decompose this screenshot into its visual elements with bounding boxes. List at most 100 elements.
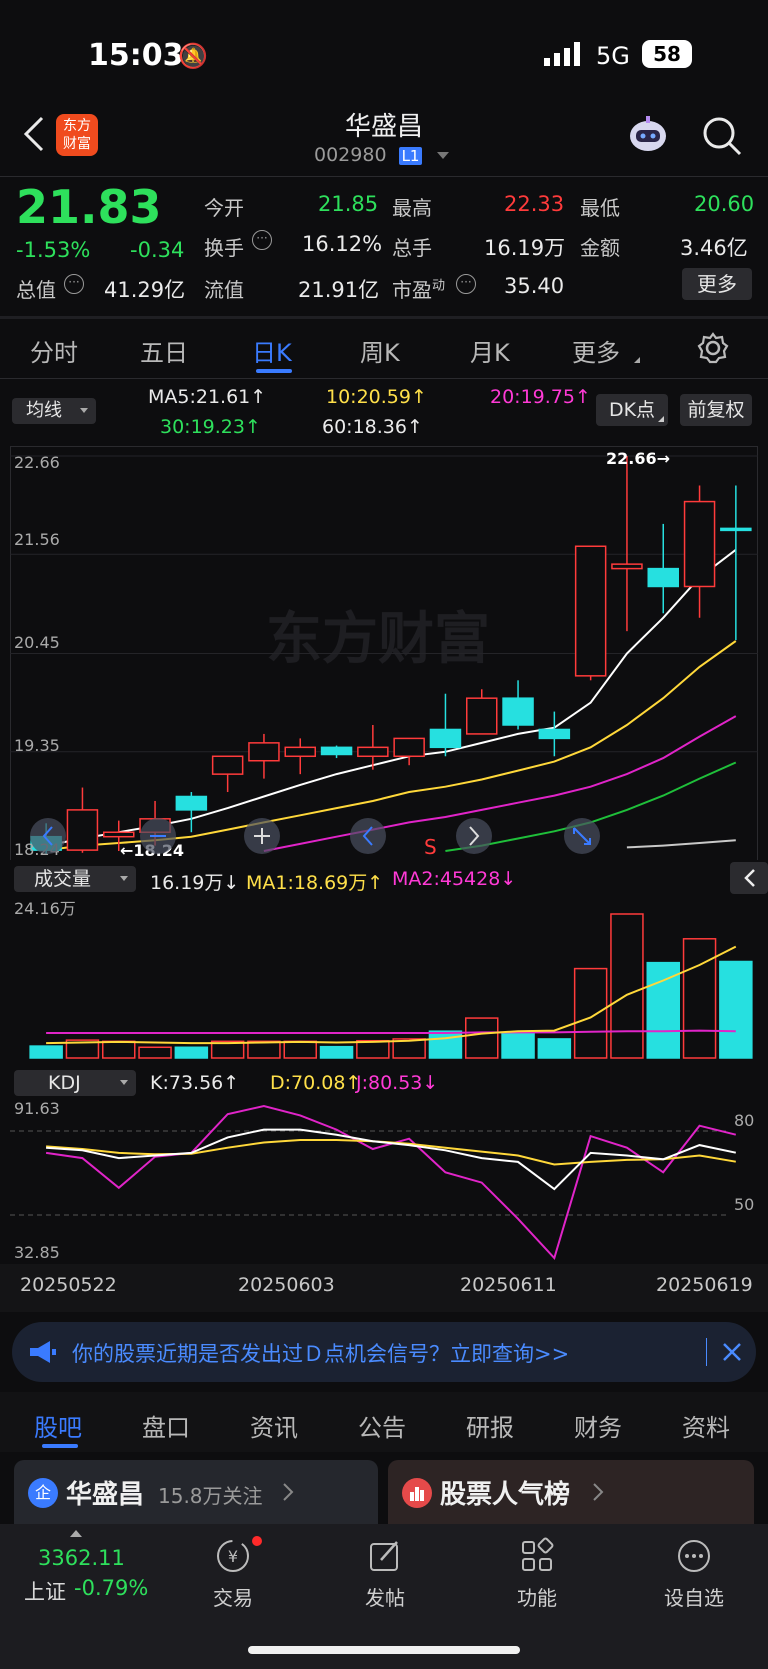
mktcap-value: 41.29亿 <box>104 278 186 302</box>
status-time: 15:03 <box>88 38 184 73</box>
sell-marker: S <box>424 835 437 859</box>
bottom-nav: 3362.11 上证 -0.79% ¥ 交易 发帖 功能 设自选 <box>0 1524 768 1669</box>
promo-banner[interactable]: 你的股票近期是否发出过Ｄ点机会信号？立即查询>> <box>12 1322 756 1382</box>
volume-current: 16.19万↓ <box>150 872 240 894</box>
volume-bar <box>465 1017 499 1059</box>
tab-pankou[interactable]: 盘口 <box>142 1408 190 1443</box>
trade-icon: ¥ <box>217 1540 249 1572</box>
kdj-selector[interactable]: KDJ <box>14 1070 136 1096</box>
volume-bar <box>356 1039 390 1059</box>
zoom-in-button[interactable] <box>244 818 280 854</box>
candle-body <box>720 527 752 532</box>
promo-text[interactable]: 你的股票近期是否发出过Ｄ点机会信号？立即查询>> <box>72 1338 569 1368</box>
more-circle-icon <box>678 1540 710 1572</box>
ranking-title: 股票人气榜 <box>440 1480 571 1510</box>
info-icon[interactable]: ··· <box>456 274 476 294</box>
turnover-value: 16.12% <box>302 232 383 256</box>
nav-post[interactable]: 发帖 <box>352 1536 418 1616</box>
change-value: -0.34 <box>130 238 185 262</box>
ma60-value: 60:18.36↑ <box>322 416 423 438</box>
nav-functions-label: 功能 <box>517 1586 557 1610</box>
close-icon[interactable] <box>720 1340 744 1364</box>
svg-text:¥: ¥ <box>228 1547 238 1566</box>
period-tabs: 分时 五日 日K 周K 月K 更多 <box>0 319 768 377</box>
tab-weekly-k[interactable]: 周K <box>360 333 400 368</box>
kdj-selector-label: KDJ <box>48 1072 81 1094</box>
tab-announcements[interactable]: 公告 <box>358 1408 406 1443</box>
tab-more[interactable]: 更多 <box>572 333 620 368</box>
zoom-out-button[interactable] <box>140 818 176 854</box>
stock-code-row[interactable]: 002980 L1 <box>314 144 449 170</box>
tab-profile[interactable]: 资料 <box>682 1408 730 1443</box>
volume-bar <box>501 1031 535 1059</box>
ma-selector[interactable]: 均线 <box>12 398 96 424</box>
pe-label-text: 市盈 <box>392 278 432 302</box>
tab-monthly-k[interactable]: 月K <box>470 333 510 368</box>
candle-body <box>211 755 244 775</box>
volume-bar <box>682 938 717 1059</box>
prev-button[interactable] <box>350 818 386 854</box>
dropdown-triangle-icon <box>80 408 88 413</box>
open-value: 21.85 <box>318 192 379 216</box>
turnover-label: 换手 <box>204 236 244 260</box>
tab-guba[interactable]: 股吧 <box>34 1408 82 1443</box>
info-icon[interactable]: ··· <box>64 274 84 294</box>
date-label: 20250522 <box>20 1274 117 1296</box>
volume-bar <box>646 961 680 1059</box>
volume-bar <box>428 1030 463 1059</box>
dropdown-triangle-icon <box>120 1080 128 1085</box>
tab-daily-k[interactable]: 日K <box>252 333 292 368</box>
kdj-axis-top: 91.63 <box>14 1099 60 1118</box>
nav-functions[interactable]: 功能 <box>504 1536 570 1616</box>
stock-forum-card[interactable]: 企 华盛昌 15.8万关注 <box>14 1460 378 1526</box>
kdj-chart[interactable]: 91.63 32.85 80 50 <box>0 1098 768 1264</box>
fullscreen-button[interactable] <box>564 818 600 854</box>
price-chart[interactable]: 东方财富 22.66 21.56 20.45 19.35 18.24 22.66… <box>0 446 768 860</box>
info-icon[interactable]: ··· <box>252 230 272 250</box>
tab-five-day[interactable]: 五日 <box>140 333 188 368</box>
volume-selector-label: 成交量 <box>34 868 92 890</box>
collapse-panel-button[interactable] <box>730 862 768 894</box>
network-type: 5G <box>596 42 630 70</box>
scroll-left-button[interactable] <box>30 818 66 854</box>
dk-point-button[interactable]: DK点 <box>596 394 668 426</box>
volume-indicator-bar: 成交量 16.19万↓ MA1:18.69万↑ MA2:45428↓ <box>0 862 768 898</box>
volume-value: 16.19万 <box>484 236 566 260</box>
tab-finance[interactable]: 财务 <box>574 1408 622 1443</box>
last-price: 21.83 <box>16 180 162 234</box>
volume-selector[interactable]: 成交量 <box>14 866 136 892</box>
kdj-k: K:73.56↑ <box>150 1072 240 1094</box>
settings-gear-icon[interactable] <box>696 331 730 365</box>
tab-intraday[interactable]: 分时 <box>30 333 78 368</box>
price-axis-top: 22.66 <box>14 453 60 472</box>
volume-bar <box>573 967 608 1059</box>
candle-body <box>357 746 389 758</box>
candle-body <box>175 795 208 811</box>
candle-body <box>574 545 607 677</box>
candle-body <box>647 567 679 588</box>
more-button[interactable]: 更多 <box>682 268 752 300</box>
search-icon[interactable] <box>700 114 744 158</box>
ma5-line <box>45 549 737 847</box>
robot-assistant-icon[interactable] <box>626 112 670 156</box>
tab-research[interactable]: 研报 <box>466 1408 514 1443</box>
quote-panel: 21.83 -1.53% -0.34 今开 21.85 最高 22.33 最低 … <box>0 176 768 316</box>
tab-news[interactable]: 资讯 <box>250 1408 298 1443</box>
volume-bar <box>174 1046 209 1059</box>
ranking-card[interactable]: 股票人气榜 <box>388 1460 754 1526</box>
nav-watchlist[interactable]: 设自选 <box>654 1536 734 1616</box>
index-widget[interactable]: 3362.11 上证 -0.79% <box>0 1524 150 1624</box>
candle-body <box>429 728 462 749</box>
next-button[interactable] <box>456 818 492 854</box>
signal-icon <box>544 42 584 68</box>
adjust-mode-button[interactable]: 前复权 <box>680 394 752 426</box>
content-tabs: 股吧 盘口 资讯 公告 研报 财务 资料 <box>0 1392 768 1452</box>
price-axis-3: 20.45 <box>14 633 60 652</box>
nav-trade[interactable]: ¥ 交易 <box>200 1536 266 1616</box>
chevron-right-icon <box>282 1482 294 1502</box>
date-label: 20250611 <box>460 1274 557 1296</box>
kdj-d: D:70.08↑ <box>270 1072 362 1094</box>
volume-chart[interactable]: 24.16万 <box>0 896 768 1062</box>
kdj-indicator-bar: KDJ K:73.56↑ D:70.08↑ J:80.53↓ <box>0 1066 768 1100</box>
candle-body <box>611 563 643 570</box>
